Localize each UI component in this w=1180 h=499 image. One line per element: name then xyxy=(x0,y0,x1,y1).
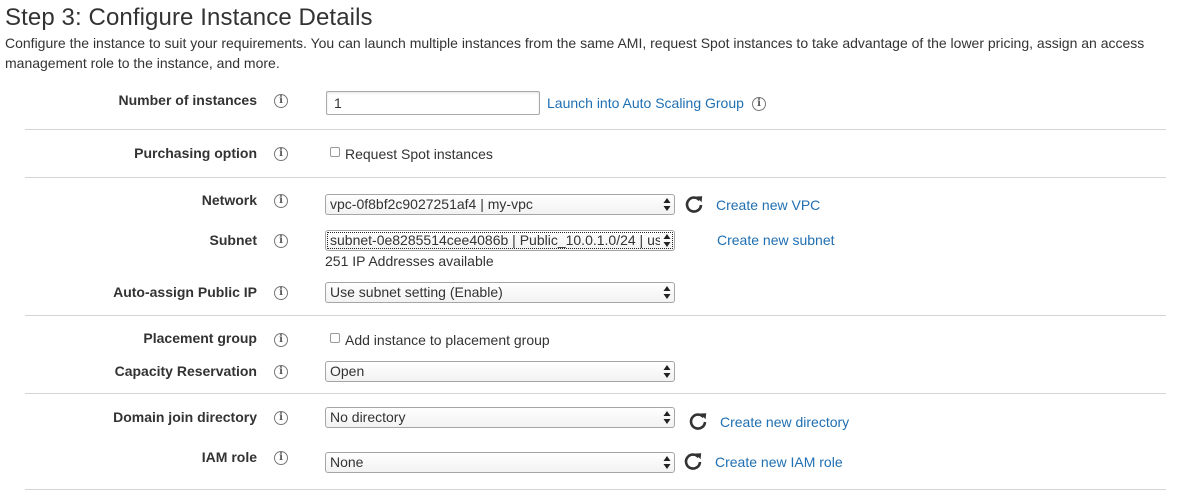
divider xyxy=(25,315,1166,316)
page-title: Step 3: Configure Instance Details xyxy=(5,4,373,31)
placement-group-checkbox-label[interactable]: Add instance to placement group xyxy=(345,332,550,348)
create-new-vpc-link[interactable]: Create new VPC xyxy=(716,197,820,213)
subnet-available-ips: 251 IP Addresses available xyxy=(325,253,494,269)
placement-group-checkbox[interactable] xyxy=(330,333,340,343)
network-label: Network xyxy=(201,192,257,208)
info-icon[interactable]: i xyxy=(274,365,288,379)
auto-assign-public-ip-value: Use subnet setting (Enable) xyxy=(330,284,503,300)
launch-auto-scaling-link[interactable]: Launch into Auto Scaling Group xyxy=(547,95,744,111)
create-new-subnet-link[interactable]: Create new subnet xyxy=(717,232,835,248)
info-icon[interactable]: i xyxy=(752,97,766,111)
divider xyxy=(25,177,1166,178)
request-spot-checkbox[interactable] xyxy=(330,147,340,157)
auto-assign-public-ip-select[interactable]: Use subnet setting (Enable) xyxy=(325,282,675,303)
purchasing-option-label: Purchasing option xyxy=(134,145,257,161)
domain-join-directory-label: Domain join directory xyxy=(113,409,257,425)
info-icon[interactable]: i xyxy=(274,451,288,465)
subnet-select[interactable]: subnet-0e8285514cee4086b | Public_10.0.1… xyxy=(325,230,675,251)
page-description: Configure the instance to suit your requ… xyxy=(5,35,1145,71)
domain-join-directory-value: No directory xyxy=(330,409,406,425)
subnet-label: Subnet xyxy=(209,232,257,248)
iam-role-label: IAM role xyxy=(201,449,257,465)
select-arrows-icon xyxy=(663,456,671,469)
capacity-reservation-label: Capacity Reservation xyxy=(114,363,257,379)
create-new-iam-role-link[interactable]: Create new IAM role xyxy=(715,454,843,470)
select-arrows-icon xyxy=(663,286,671,299)
refresh-icon[interactable] xyxy=(688,411,708,431)
create-new-directory-link[interactable]: Create new directory xyxy=(720,414,849,430)
info-icon[interactable]: i xyxy=(274,94,288,108)
info-icon[interactable]: i xyxy=(274,333,288,347)
divider xyxy=(25,489,1166,490)
iam-role-value: None xyxy=(330,454,364,470)
info-icon[interactable]: i xyxy=(274,147,288,161)
divider xyxy=(25,129,1166,130)
info-icon[interactable]: i xyxy=(274,234,288,248)
domain-join-directory-select[interactable]: No directory xyxy=(325,407,675,428)
number-of-instances-label: Number of instances xyxy=(118,92,257,108)
divider xyxy=(25,393,1166,394)
network-select-value: vpc-0f8bf2c9027251af4 | my-vpc xyxy=(330,196,533,212)
info-icon[interactable]: i xyxy=(274,194,288,208)
capacity-reservation-value: Open xyxy=(330,363,365,379)
info-icon[interactable]: i xyxy=(274,411,288,425)
capacity-reservation-select[interactable]: Open xyxy=(325,361,675,382)
request-spot-label[interactable]: Request Spot instances xyxy=(345,146,493,162)
placement-group-label: Placement group xyxy=(143,330,257,346)
number-of-instances-input[interactable] xyxy=(326,91,540,115)
auto-assign-public-ip-label: Auto-assign Public IP xyxy=(113,284,257,300)
refresh-icon[interactable] xyxy=(684,194,704,214)
iam-role-select[interactable]: None xyxy=(325,452,675,473)
info-icon[interactable]: i xyxy=(274,286,288,300)
select-arrows-icon xyxy=(663,365,671,378)
select-arrows-icon xyxy=(663,198,671,211)
select-arrows-icon xyxy=(663,234,671,247)
refresh-icon[interactable] xyxy=(683,451,703,471)
subnet-select-value: subnet-0e8285514cee4086b | Public_10.0.1… xyxy=(330,232,660,248)
select-arrows-icon xyxy=(663,411,671,424)
network-select[interactable]: vpc-0f8bf2c9027251af4 | my-vpc xyxy=(325,194,675,215)
